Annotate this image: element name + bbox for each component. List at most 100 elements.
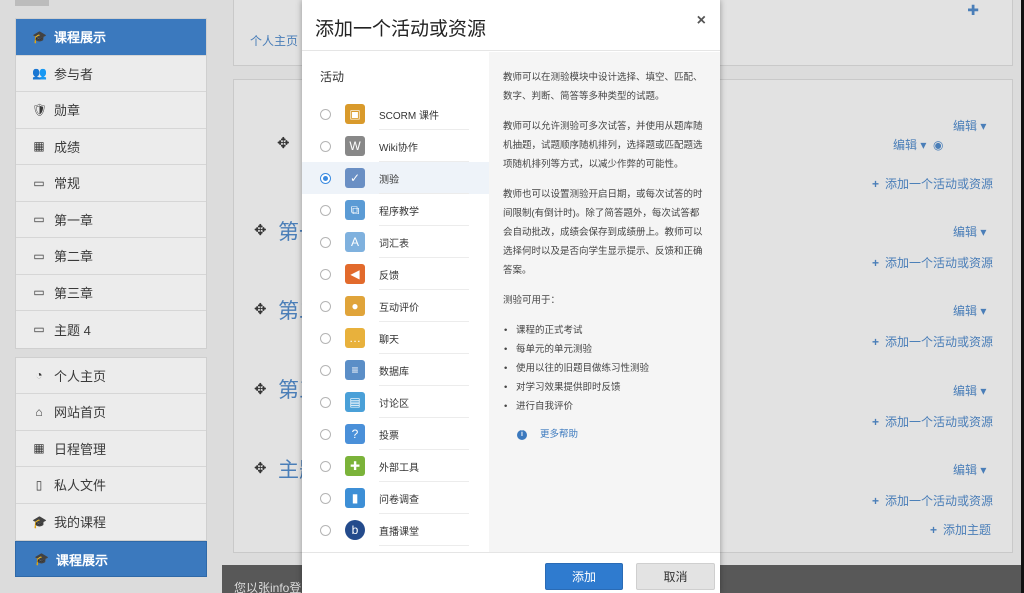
sidebar-item[interactable]: ▭ 主题 4 (16, 311, 206, 348)
sidebar-item[interactable]: ▦ 成绩 (16, 128, 206, 165)
sidebar-item[interactable]: ◔ 个人主页 (16, 357, 206, 394)
activity-option[interactable]: A 词汇表 (302, 226, 489, 258)
activity-option[interactable]: ⧉ 程序教学 (302, 194, 489, 226)
sidebar-item-label: 第二章 (54, 249, 94, 265)
breadcrumb[interactable]: 个人主页 (250, 32, 298, 49)
question-icon: ? (345, 424, 365, 444)
sidebar-item[interactable]: ▭ 第一章 (16, 201, 206, 238)
activity-option[interactable]: ▣ SCORM 课件 (302, 98, 489, 130)
move-icon[interactable]: ✥ (254, 459, 267, 477)
sidebar-item[interactable]: ▦ 日程管理 (16, 430, 206, 467)
move-icon[interactable]: ✥ (254, 300, 267, 318)
sidebar-course-nav: 🎓 课程展示 👥 参与者 🛡 勋章 ▦ 成绩 ▭ 常规 ▭ 第一章 ▭ 第二章 ▭ 第三章 ▭ 主题 4 (15, 18, 207, 349)
option-radio[interactable] (320, 332, 331, 344)
move-icon[interactable]: ✥ (277, 134, 290, 152)
activity-option[interactable]: ? 投票 (302, 418, 489, 450)
add-activity-link[interactable]: + 添加一个活动或资源 (872, 254, 993, 271)
option-radio[interactable] (320, 236, 331, 248)
shield-icon: 🛡 (32, 102, 48, 117)
sidebar-item[interactable]: ▭ 常规 (16, 165, 206, 202)
sidebar-item[interactable]: 🛡 勋章 (16, 92, 206, 129)
sidebar-item-label: 参与者 (54, 66, 94, 82)
activity-option[interactable]: ≡ 数据库 (302, 354, 489, 386)
section-edit-link[interactable]: 编辑 ▾ (953, 117, 986, 134)
dashboard-icon: ◔ (35, 368, 43, 383)
activity-option[interactable]: ● 互动评价 (302, 290, 489, 322)
sidebar-item[interactable]: 👥 参与者 (16, 55, 206, 92)
option-radio[interactable] (320, 524, 331, 536)
add-button[interactable]: 添加 (545, 563, 623, 590)
sidebar-course-showcase-bottom[interactable]: 🎓 课程展示 (15, 541, 207, 577)
activity-option[interactable]: W Wiki协作 (302, 130, 489, 162)
section-edit-link[interactable]: 编辑 ▾ (953, 461, 986, 478)
sidebar-item[interactable]: ⌂ 网站首页 (16, 394, 206, 431)
sidebar-item[interactable]: ▭ 第三章 (16, 274, 206, 311)
option-radio[interactable] (320, 204, 331, 216)
bigbluebutton-icon: b (345, 520, 365, 540)
wiki-icon: W (345, 136, 365, 156)
option-radio[interactable] (320, 396, 331, 408)
option-radio[interactable] (320, 364, 331, 376)
option-label: 问卷调查 (379, 494, 419, 506)
sidebar-item-label: 网站首页 (54, 405, 107, 421)
help-paragraph: 教师可以在测验模块中设计选择、填空、匹配、数字、判断、简答等多种类型的试题。 (503, 72, 703, 102)
add-activity-modal: 添加一个活动或资源 × 活动 ▣ SCORM 课件 W Wiki协作 ✓ 测验 ⧉ 程序教学 A… (302, 0, 720, 593)
home-icon: ⌂ (35, 404, 43, 419)
option-radio[interactable] (320, 172, 331, 184)
option-radio[interactable] (320, 268, 331, 280)
add-activity-link[interactable]: + 添加一个活动或资源 (872, 175, 993, 192)
more-help-label: 更多帮助 (540, 429, 579, 440)
close-icon[interactable]: × (697, 12, 706, 30)
activity-option[interactable]: ▮ 问卷调查 (302, 482, 489, 514)
sidebar-item-label: 第三章 (54, 285, 94, 301)
option-radio[interactable] (320, 140, 331, 152)
option-radio[interactable] (320, 492, 331, 504)
more-help-link[interactable]: i 更多帮助 (503, 425, 706, 444)
activity-option[interactable]: ◀ 反馈 (302, 258, 489, 290)
table-icon: ▦ (33, 139, 45, 154)
option-radio[interactable] (320, 460, 331, 472)
activity-option[interactable]: ✚ 外部工具 (302, 450, 489, 482)
folder-icon: ▭ (33, 285, 45, 300)
option-label: Wiki协作 (379, 142, 418, 154)
option-label: 投票 (379, 430, 399, 442)
option-radio[interactable] (320, 300, 331, 312)
sidebar-item[interactable]: ▯ 私人文件 (16, 467, 206, 504)
activity-option[interactable]: ✓ 测验 (302, 162, 489, 194)
option-radio[interactable] (320, 108, 331, 120)
sidebar-item-label: 勋章 (54, 103, 81, 119)
cancel-button[interactable]: 取消 (636, 563, 715, 590)
add-activity-link[interactable]: + 添加一个活动或资源 (872, 333, 993, 350)
section-edit-link[interactable]: 编辑 ▾ (953, 302, 986, 319)
move-icon[interactable]: ✥ (254, 380, 267, 398)
sidebar-item-label: 成绩 (54, 139, 81, 155)
activity-option[interactable]: ▤ 讨论区 (302, 386, 489, 418)
add-activity-link[interactable]: + 添加一个活动或资源 (872, 492, 993, 509)
add-topic-link[interactable]: + 添加主题 (930, 521, 991, 538)
section-edit-link[interactable]: 编辑 ▾ (953, 382, 986, 399)
move-icon[interactable]: ✥ (254, 221, 267, 239)
activity-option[interactable]: … 聊天 (302, 322, 489, 354)
option-label: SCORM 课件 (379, 110, 439, 122)
database-icon: ≡ (345, 360, 365, 380)
info-icon: i (517, 429, 527, 440)
activity-option[interactable]: b 直播课堂 (302, 514, 489, 546)
option-label: 反馈 (379, 270, 399, 282)
option-label: 测验 (379, 174, 399, 186)
sidebar-item[interactable]: ▭ 第二章 (16, 238, 206, 275)
sidebar-item[interactable]: 🎓 课程展示 (16, 19, 206, 56)
puzzle-icon: ✚ (345, 456, 365, 476)
help-paragraph: 教师可以允许测验可多次试答，并使用从题库随机抽题，试题顺序随机排列，选择题或匹配… (503, 121, 703, 170)
forum-icon: ▤ (345, 392, 365, 412)
sidebar-item-label: 我的课程 (54, 515, 107, 531)
activity-edit-link[interactable]: 编辑 ▾ ◉ (893, 136, 944, 153)
folder-icon: ▭ (33, 212, 45, 227)
settings-icon[interactable]: ✚ (967, 2, 979, 19)
option-label: 直播课堂 (379, 526, 419, 538)
activity-help-panel: 教师可以在测验模块中设计选择、填空、匹配、数字、判断、简答等多种类型的试题。 教… (489, 52, 720, 552)
sidebar-item[interactable]: 🎓 我的课程 (16, 503, 206, 540)
section-edit-link[interactable]: 编辑 ▾ (953, 223, 986, 240)
modal-header: 添加一个活动或资源 × (302, 0, 720, 51)
add-activity-link[interactable]: + 添加一个活动或资源 (872, 413, 993, 430)
option-radio[interactable] (320, 428, 331, 440)
